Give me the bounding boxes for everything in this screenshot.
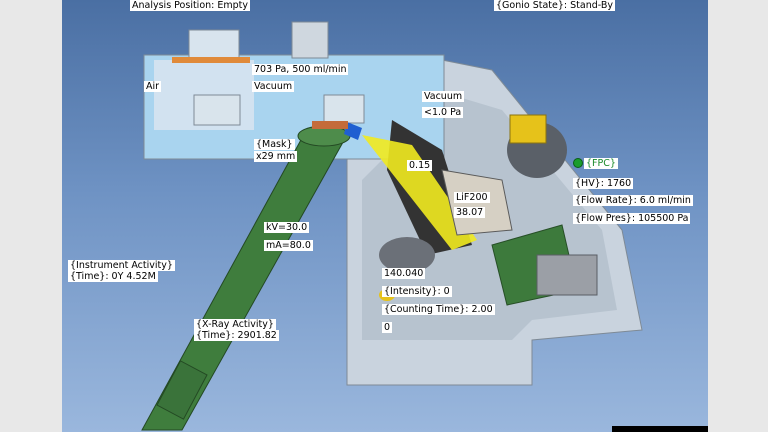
- xray-activity-label: {X-Ray Activity}: [194, 319, 276, 330]
- instrument-diagram: Analysis Position: Empty {Gonio State}: …: [62, 0, 708, 432]
- xray-time: {Time}: 2901.82: [194, 330, 279, 341]
- air-label: Air: [144, 81, 162, 92]
- two-theta-value: 140.040: [382, 268, 426, 279]
- vacuum-port: [323, 94, 365, 124]
- goniometer-angle-2: 38.07: [454, 207, 486, 218]
- fpc-hv: {HV}: 1760: [573, 178, 634, 189]
- left-margin-panel: [0, 0, 63, 432]
- vacuum-label-right: Vacuum: [422, 91, 465, 102]
- chamber-pressure-label: 703 Pa, 500 ml/min: [252, 64, 349, 75]
- fpc-flow-rate: {Flow Rate}: 6.0 ml/min: [573, 195, 693, 206]
- gonio-state-label: {Gonio State}: Stand-By: [494, 0, 615, 11]
- fpc-detector-yellow-part: [509, 114, 547, 144]
- vacuum-label-left: Vacuum: [252, 81, 295, 92]
- fpc-flow-pres: {Flow Pres}: 105500 Pa: [573, 213, 691, 224]
- instrument-time: {Time}: 0Y 4.52M: [68, 271, 158, 282]
- counting-time-label: {Counting Time}: 2.00: [382, 304, 495, 315]
- sc-detector-body: [536, 254, 598, 296]
- sample-plate: [172, 57, 250, 63]
- chamber-port: [193, 94, 241, 126]
- counter-value: 0: [382, 322, 393, 333]
- fpc-status-icon: [573, 158, 583, 168]
- instrument-activity-label: {Instrument Activity}: [68, 260, 175, 271]
- analysis-position-label: Analysis Position: Empty: [130, 0, 251, 11]
- sample-holder: [188, 29, 240, 59]
- fpc-label: {FPC}: [584, 158, 618, 169]
- vacuum-pressure-label: <1.0 Pa: [422, 107, 464, 118]
- mask-plate: [312, 121, 348, 129]
- intensity-label: {Intensity}: 0: [382, 286, 452, 297]
- tube-kv: kV=30.0: [264, 222, 310, 233]
- right-margin-panel: [707, 0, 768, 432]
- mask-value: x29 mm: [254, 151, 298, 162]
- tube-ma: mA=80.0: [264, 240, 313, 251]
- mask-label: {Mask}: [254, 139, 295, 150]
- crystal-name: LiF200: [454, 192, 490, 203]
- chamber-block: [291, 21, 329, 59]
- bottom-black-bar: [612, 426, 708, 432]
- goniometer-angle-1: 0.15: [407, 160, 433, 171]
